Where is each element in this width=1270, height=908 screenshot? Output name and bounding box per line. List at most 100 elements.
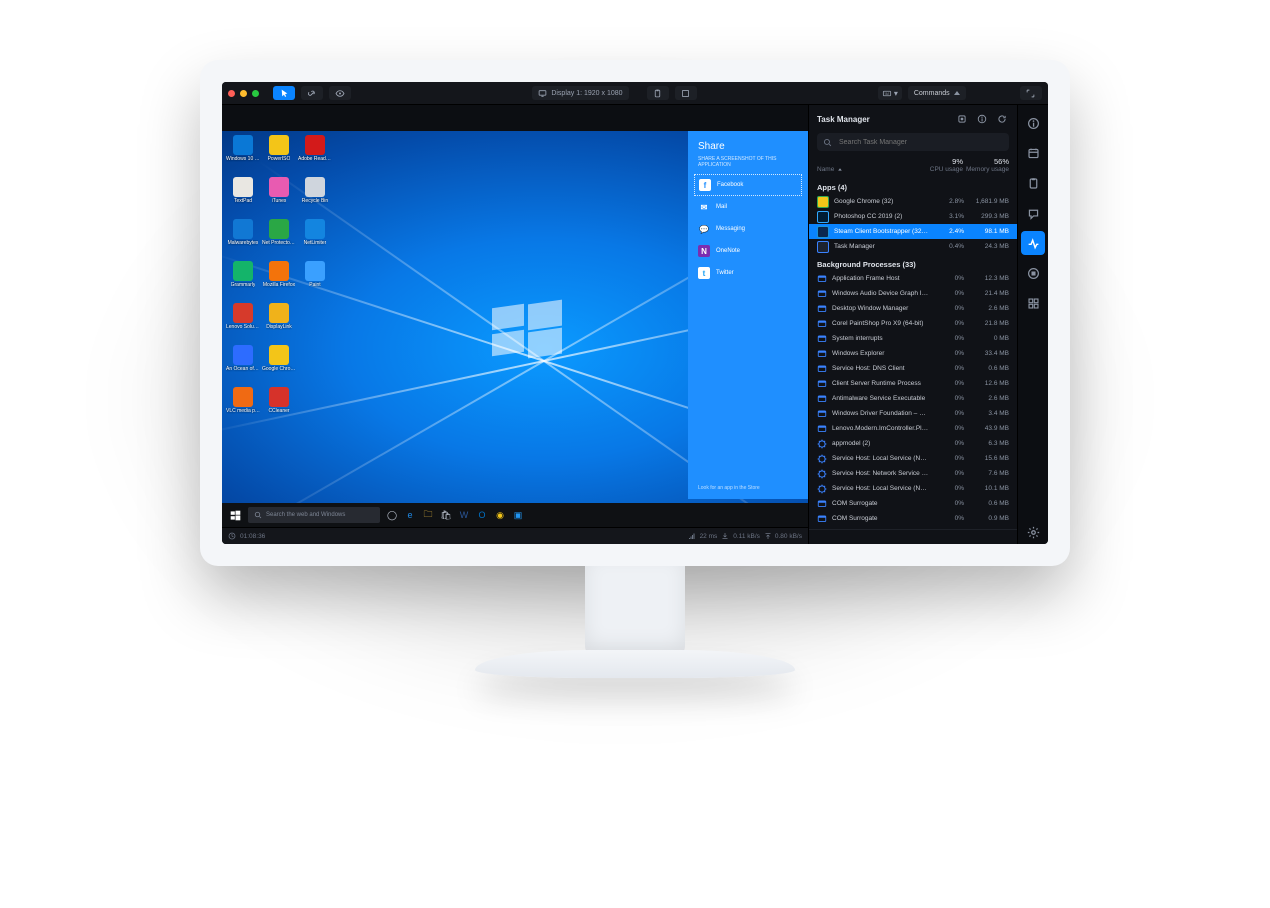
tool-eye-button[interactable] — [329, 86, 351, 100]
process-row[interactable]: Windows Driver Foundation – U…0%3.4 MB — [809, 406, 1017, 421]
zoom-window-button[interactable] — [252, 90, 259, 97]
tool-pointer-button[interactable] — [273, 86, 295, 100]
remote-desktop[interactable]: Windows 10 Upgrade A… PowerISO Adobe Rea… — [222, 131, 808, 527]
share-target[interactable]: t Twitter — [688, 262, 808, 284]
word-icon[interactable]: W — [456, 507, 472, 523]
display-selector[interactable]: Display 1: 1920 x 1080 — [532, 86, 628, 100]
process-icon — [817, 394, 827, 404]
process-group-header[interactable]: Background Processes (33) — [809, 254, 1017, 271]
desktop-icon[interactable]: Grammarly — [226, 261, 260, 301]
share-target[interactable]: N OneNote — [688, 240, 808, 262]
minimize-window-button[interactable] — [240, 90, 247, 97]
process-row[interactable]: Corel PaintShop Pro X9 (64-bit)0%21.8 MB — [809, 316, 1017, 331]
commands-menu[interactable]: Commands — [908, 86, 966, 100]
process-row[interactable]: Steam Client Bootstrapper (32 b…2.4%98.1… — [809, 224, 1017, 239]
process-row[interactable]: Antimalware Service Executable0%2.6 MB — [809, 391, 1017, 406]
desktop-icon[interactable]: Google Chrome — [262, 345, 296, 385]
info-button[interactable] — [975, 112, 989, 126]
desktop-icon[interactable]: Lenovo Solut… — [226, 303, 260, 343]
grid-icon[interactable] — [1021, 291, 1045, 315]
process-row[interactable]: Service Host: DNS Client0%0.6 MB — [809, 361, 1017, 376]
col-mem[interactable]: 56% Memory usage — [963, 157, 1009, 173]
process-cpu: 0% — [934, 470, 964, 477]
task-search-input[interactable] — [837, 138, 1003, 147]
windows-taskbar: Search the web and Windows ◯e🗀🛍WO◉▣ — [222, 503, 808, 527]
explorer-icon[interactable]: 🗀 — [420, 507, 436, 523]
remote-viewport[interactable]: Windows 10 Upgrade A… PowerISO Adobe Rea… — [222, 105, 808, 544]
close-window-button[interactable] — [228, 90, 235, 97]
remote-icon[interactable]: ▣ — [510, 507, 526, 523]
share-target[interactable]: f Facebook — [694, 174, 802, 196]
desktop-icon[interactable] — [298, 303, 332, 343]
expand-panel-button[interactable] — [1020, 86, 1042, 100]
process-row[interactable]: Lenovo.Modern.ImController.Pl…0%43.9 MB — [809, 421, 1017, 436]
process-group-header[interactable]: Apps (4) — [809, 177, 1017, 194]
tool-link-button[interactable] — [301, 86, 323, 100]
desktop-icon[interactable]: PowerISO — [262, 135, 296, 175]
signal-icon — [688, 532, 696, 540]
process-row[interactable]: Service Host: Local Service (Net…0%10.1 … — [809, 481, 1017, 496]
process-row[interactable]: Service Host: Local Service (No …0%15.6 … — [809, 451, 1017, 466]
desktop-icon[interactable]: Adobe Reader XI — [298, 135, 332, 175]
process-name: Antimalware Service Executable — [832, 395, 929, 402]
process-row[interactable]: Photoshop CC 2019 (2)3.1%299.3 MB — [809, 209, 1017, 224]
stop-icon[interactable] — [1021, 261, 1045, 285]
help-icon[interactable] — [1021, 111, 1045, 135]
cortana-icon[interactable]: ◯ — [384, 507, 400, 523]
clipboard-button[interactable] — [647, 86, 669, 100]
settings-icon[interactable] — [1021, 520, 1045, 544]
desktop-icon[interactable]: An Ocean of Conundrums — [226, 345, 260, 385]
process-row[interactable]: Application Frame Host0%12.3 MB — [809, 271, 1017, 286]
share-target[interactable]: 💬 Messaging — [688, 218, 808, 240]
desktop-icon[interactable]: Mozilla Firefox — [262, 261, 296, 301]
refresh-button[interactable] — [995, 112, 1009, 126]
desktop-icon[interactable] — [298, 345, 332, 385]
process-row[interactable]: appmodel (2)0%6.3 MB — [809, 436, 1017, 451]
app-icon — [233, 177, 253, 197]
task-search[interactable] — [817, 133, 1009, 151]
process-row[interactable]: COM Surrogate0%0.6 MB — [809, 496, 1017, 511]
desktop-icon[interactable]: VLC media player — [226, 387, 260, 427]
process-name: Windows Driver Foundation – U… — [832, 410, 929, 417]
desktop-icon[interactable]: Net Protector 2017 — [262, 219, 296, 259]
edge-icon[interactable]: e — [402, 507, 418, 523]
desktop-icon[interactable]: Windows 10 Upgrade A… — [226, 135, 260, 175]
outlook-icon[interactable]: O — [474, 507, 490, 523]
desktop-icon[interactable]: TextPad — [226, 177, 260, 217]
desktop-icon[interactable]: DisplayLink — [262, 303, 296, 343]
desktop-icon[interactable]: iTunes — [262, 177, 296, 217]
fullscreen-button[interactable] — [675, 86, 697, 100]
process-cpu: 0% — [934, 410, 964, 417]
store-icon[interactable]: 🛍 — [438, 507, 454, 523]
icon-label: DisplayLink — [266, 324, 292, 330]
process-row[interactable]: Google Chrome (32)2.8%1,681.9 MB — [809, 194, 1017, 209]
process-row[interactable]: Service Host: Network Service (5)0%7.6 M… — [809, 466, 1017, 481]
keyboard-button[interactable]: ▾ — [878, 86, 902, 100]
process-row[interactable]: COM Surrogate0%0.9 MB — [809, 511, 1017, 526]
taskbar-search[interactable]: Search the web and Windows — [248, 507, 380, 523]
end-task-button[interactable] — [955, 112, 969, 126]
start-button[interactable] — [226, 506, 244, 524]
process-row[interactable]: Windows Explorer0%33.4 MB — [809, 346, 1017, 361]
desktop-icon[interactable]: Recycle Bin — [298, 177, 332, 217]
process-row[interactable]: Windows Audio Device Graph Is…0%21.4 MB — [809, 286, 1017, 301]
app-icon — [233, 303, 253, 323]
chat-icon[interactable] — [1021, 201, 1045, 225]
process-icon — [817, 211, 829, 223]
calendar-icon[interactable] — [1021, 141, 1045, 165]
desktop-icon[interactable]: CCleaner — [262, 387, 296, 427]
process-row[interactable]: Desktop Window Manager0%2.6 MB — [809, 301, 1017, 316]
chrome-icon[interactable]: ◉ — [492, 507, 508, 523]
clipboard-icon[interactable] — [1021, 171, 1045, 195]
share-target[interactable]: ✉ Mail — [688, 196, 808, 218]
process-row[interactable]: Task Manager0.4%24.3 MB — [809, 239, 1017, 254]
col-cpu[interactable]: 9% CPU usage — [917, 157, 963, 173]
desktop-icon[interactable]: Malwarebytes — [226, 219, 260, 259]
process-name: COM Surrogate — [832, 500, 929, 507]
col-name[interactable]: Name — [817, 166, 917, 173]
desktop-icon[interactable]: Paint — [298, 261, 332, 301]
process-row[interactable]: System interrupts0%0 MB — [809, 331, 1017, 346]
desktop-icon[interactable]: NetLimiter — [298, 219, 332, 259]
activity-icon[interactable] — [1021, 231, 1045, 255]
process-row[interactable]: Client Server Runtime Process0%12.6 MB — [809, 376, 1017, 391]
